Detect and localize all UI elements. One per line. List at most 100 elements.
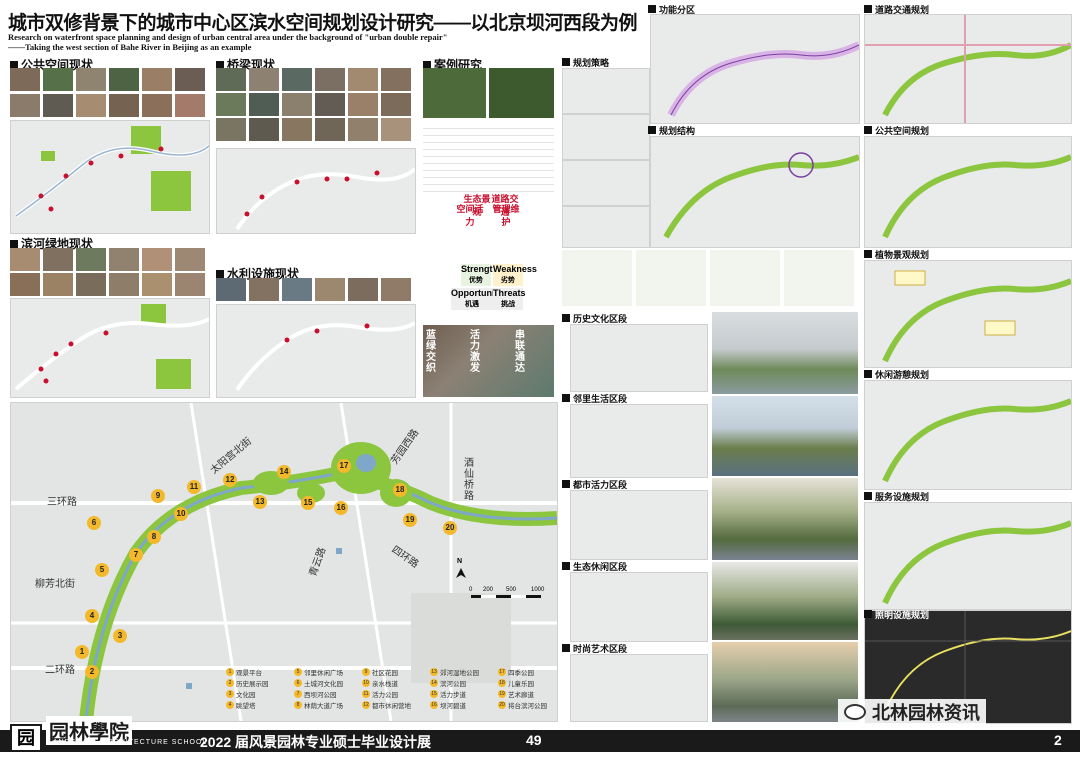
- service-facility-svg: [882, 520, 1071, 605]
- riverside-green-photo-grid: [10, 248, 208, 296]
- scale-0: 0: [469, 587, 473, 593]
- legend-label: 土城河文化园: [304, 681, 343, 688]
- photo: [249, 278, 279, 301]
- site-marker-10: 10: [174, 507, 188, 521]
- legend-label: 林荫大道广场: [304, 703, 343, 710]
- site-marker-3: 3: [113, 629, 127, 643]
- photo: [216, 68, 246, 91]
- legend-label: 历史展示园: [236, 681, 269, 688]
- eco-leisure-map: [570, 572, 708, 642]
- legend-label: 滨河公园: [440, 681, 466, 688]
- photo: [381, 93, 411, 116]
- north-arrow-icon: [456, 568, 466, 578]
- photo: [348, 118, 378, 141]
- site-marker-11: 11: [187, 480, 201, 494]
- legend-item: 1 观景平台: [226, 667, 262, 677]
- public-space-photo-grid: [10, 68, 208, 118]
- legend-item: 20 将台滨河公园: [498, 700, 547, 710]
- render-2: [712, 396, 858, 476]
- legend-badge: 4: [226, 701, 234, 709]
- legend-badge: 8: [294, 701, 302, 709]
- school-name-en: LANDSCAPE ARCHITECTURE SCHOOL: [48, 739, 208, 746]
- photo: [282, 118, 312, 141]
- function-zone-svg: [667, 41, 859, 117]
- legend-badge: 6: [294, 679, 302, 687]
- site-marker-12: 12: [223, 473, 237, 487]
- site-marker-2: 2: [85, 665, 99, 679]
- riverside-green-map: [10, 298, 210, 398]
- label-liufang: 柳芳北街: [35, 579, 75, 590]
- legend-label: 艺术廊道: [508, 692, 534, 699]
- legend-label: 邻里休闲广场: [304, 670, 343, 677]
- photo: [381, 68, 411, 91]
- planning-structure-svg: [663, 152, 859, 239]
- photo: [315, 278, 345, 301]
- photo: [249, 68, 279, 91]
- legend-item: 4 眺望塔: [226, 700, 256, 710]
- photo: [10, 68, 40, 91]
- legend-label: 亲水栈道: [372, 681, 398, 688]
- legend-item: 12 都市休闲营地: [362, 700, 411, 710]
- public-space-planning-map: [864, 136, 1072, 248]
- render-4: [712, 562, 858, 640]
- legend-badge: 3: [226, 690, 234, 698]
- legend-item: 15 活力步道: [430, 689, 466, 699]
- public-space-map: [10, 120, 210, 234]
- site-marker-4: 4: [85, 609, 99, 623]
- render-5: [712, 642, 858, 722]
- swot-opportunities: Opportunities 机遇: [451, 288, 510, 310]
- legend-label: 儿童乐园: [508, 681, 534, 688]
- legend-badge: 13: [430, 668, 438, 676]
- strategy-word-1: 蓝绿交织: [426, 330, 436, 374]
- photo: [76, 248, 106, 271]
- water-facility-map: [216, 304, 416, 398]
- photo: [282, 278, 312, 301]
- photo: [315, 68, 345, 91]
- legend-label: 文化园: [236, 692, 256, 699]
- photo: [249, 118, 279, 141]
- leisure-tour-map: [864, 380, 1072, 490]
- master-plan-legend: 1 观景平台 2 历史展示园 3 文化园 4 眺望塔 5 邻里休闲广场 6 土城河文化园 7 西坝河公园 8…: [226, 667, 556, 717]
- page-number: 2: [1054, 732, 1062, 748]
- site-marker-1: 1: [75, 645, 89, 659]
- planning-structure-map: [650, 136, 860, 248]
- photo: [10, 248, 40, 271]
- label-erhuan: 二环路: [45, 665, 75, 676]
- site-marker-5: 5: [95, 563, 109, 577]
- scale-2: 500: [506, 587, 517, 593]
- strategy-photo: [423, 325, 554, 397]
- legend-badge: 5: [294, 668, 302, 676]
- site-marker-19: 19: [403, 513, 417, 527]
- exhibition-number: 49: [526, 732, 542, 748]
- strategy-map-2: [562, 114, 650, 160]
- legend-label: 都市休闲营地: [372, 703, 411, 710]
- photo: [315, 118, 345, 141]
- photo: [348, 68, 378, 91]
- road-traffic-map: [864, 14, 1072, 124]
- photo: [10, 273, 40, 296]
- leisure-tour-svg: [882, 398, 1071, 483]
- legend-badge: 2: [226, 679, 234, 687]
- strategy-word-2: 活力激发: [470, 330, 480, 374]
- legend-item: 10 亲水栈道: [362, 678, 398, 688]
- watermark: 北林园林资讯: [838, 699, 986, 725]
- legend-item: 3 文化园: [226, 689, 256, 699]
- legend-badge: 1: [226, 668, 234, 676]
- site-marker-8: 8: [147, 530, 161, 544]
- photo: [216, 118, 246, 141]
- legend-badge: 9: [362, 668, 370, 676]
- plant-landscape-svg: [882, 270, 1071, 363]
- urban-vitality-map: [570, 490, 708, 560]
- legend-badge: 19: [498, 690, 506, 698]
- legend-badge: 16: [430, 701, 438, 709]
- legend-item: 2 历史展示园: [226, 678, 269, 688]
- strategy-map-4: [562, 206, 650, 248]
- title-en-2: ——Taking the west section of Bahe River …: [8, 42, 252, 52]
- photo: [76, 94, 106, 117]
- swot-s2: 管理维护: [492, 204, 520, 227]
- legend-badge: 17: [498, 668, 506, 676]
- scale-1: 200: [483, 587, 494, 593]
- photo: [76, 68, 106, 91]
- road-traffic-svg: [865, 15, 1071, 123]
- site-marker-18: 18: [393, 483, 407, 497]
